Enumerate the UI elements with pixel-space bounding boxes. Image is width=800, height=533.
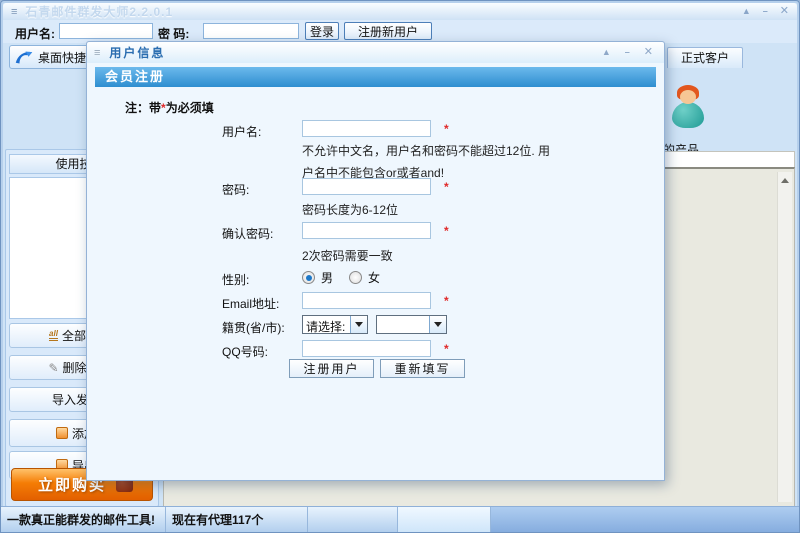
reg-username-input[interactable]	[302, 120, 431, 137]
minimize-icon[interactable]: –	[763, 7, 768, 16]
qq-input[interactable]	[302, 340, 431, 357]
login-button[interactable]: 登录	[305, 22, 339, 40]
window-controls: ▲ – ✕	[742, 6, 789, 17]
register-new-user-button[interactable]: 注册新用户	[344, 22, 432, 40]
vertical-scrollbar[interactable]	[777, 172, 792, 502]
status-segment-fill	[491, 507, 799, 532]
email-input[interactable]	[302, 292, 431, 309]
hometown-label: 籍贯(省/市):	[222, 321, 285, 335]
female-label: 女	[368, 271, 381, 285]
qq-label: QQ号码:	[222, 345, 269, 359]
dialog-titlebar[interactable]: ≡ 用户信息 ▲ – ✕	[87, 42, 664, 63]
dialog-close-icon[interactable]: ✕	[644, 47, 653, 58]
system-menu-icon[interactable]: ≡	[11, 6, 17, 18]
required-star: *	[444, 294, 449, 308]
required-star: *	[444, 180, 449, 194]
document-icon	[56, 427, 68, 439]
required-note: 注：带*为必须填	[125, 101, 214, 115]
email-label: Email地址:	[222, 297, 280, 311]
customer-person-icon	[669, 85, 709, 131]
status-slogan: 一款真正能群发的邮件工具!	[1, 507, 166, 532]
status-bar: 一款真正能群发的邮件工具! 现在有代理117个	[1, 506, 799, 532]
main-titlebar[interactable]: ≡ 石青邮件群发大师2.2.0.1 ▲ – ✕	[3, 3, 797, 20]
reg-password-input[interactable]	[302, 178, 431, 195]
city-selected-value	[377, 316, 429, 333]
confirm-password-input[interactable]	[302, 222, 431, 239]
male-label: 男	[321, 271, 334, 285]
reg-username-label: 用户名:	[222, 125, 262, 139]
status-segment-empty	[308, 507, 398, 532]
dialog-menu-icon[interactable]: ≡	[94, 47, 100, 59]
arrow-swoosh-icon	[15, 51, 33, 63]
reg-password-label: 密码:	[222, 183, 250, 197]
rollup-icon[interactable]: ▲	[742, 7, 751, 16]
required-star: *	[444, 342, 449, 356]
desktop-shortcut-label: 桌面快捷	[38, 50, 87, 65]
confirm-password-label: 确认密码:	[222, 227, 274, 241]
import-senders-label: 导入发	[52, 393, 89, 407]
gender-label: 性别:	[222, 273, 250, 287]
chevron-down-icon[interactable]	[350, 316, 367, 333]
username-label: 用户名:	[15, 27, 55, 41]
radio-male[interactable]	[302, 271, 315, 284]
gender-radio-group: 男 女	[302, 269, 390, 286]
member-register-header: 会员注册	[95, 67, 656, 87]
password-rule-note: 密码长度为6-12位	[302, 203, 399, 217]
refill-button[interactable]: 重新填写	[380, 359, 465, 378]
dialog-minimize-icon[interactable]: –	[625, 48, 630, 57]
username-input[interactable]	[59, 23, 153, 39]
confirm-rule-note: 2次密码需要一致	[302, 249, 393, 263]
username-rule-note-1: 不允许中文名，用户名和密码不能超过12位. 用	[302, 144, 551, 158]
required-star: *	[444, 224, 449, 238]
status-segment-light	[398, 507, 491, 532]
city-select[interactable]	[376, 315, 447, 334]
dialog-title: 用户信息	[109, 46, 166, 60]
user-info-dialog: ≡ 用户信息 ▲ – ✕ 会员注册 注：带*为必须填 用户名: * 不允许中文名…	[86, 41, 665, 481]
tab-official-client[interactable]: 正式客户	[667, 47, 743, 68]
register-user-button[interactable]: 注册用户	[289, 359, 374, 378]
close-icon[interactable]: ✕	[780, 6, 789, 17]
app-window: ≡ 石青邮件群发大师2.2.0.1 ▲ – ✕ 用户名: 密 码: 登录 注册新…	[0, 0, 800, 533]
all-icon: all	[49, 330, 58, 341]
login-bar: 用户名: 密 码: 登录 注册新用户	[3, 20, 797, 43]
dialog-rollup-icon[interactable]: ▲	[602, 48, 611, 57]
scroll-up-icon[interactable]	[779, 173, 792, 187]
eraser-icon: ✎	[48, 360, 59, 375]
password-label: 密 码:	[158, 27, 190, 41]
province-select[interactable]: 请选择:	[302, 315, 368, 334]
password-input[interactable]	[203, 23, 299, 39]
app-title: 石青邮件群发大师2.2.0.1	[25, 5, 174, 19]
status-agent-count: 现在有代理117个	[166, 507, 308, 532]
required-star: *	[444, 122, 449, 136]
province-selected-value: 请选择:	[306, 320, 346, 333]
dialog-window-controls: ▲ – ✕	[602, 47, 653, 58]
chevron-down-icon[interactable]	[429, 316, 446, 333]
radio-female[interactable]	[349, 271, 363, 284]
